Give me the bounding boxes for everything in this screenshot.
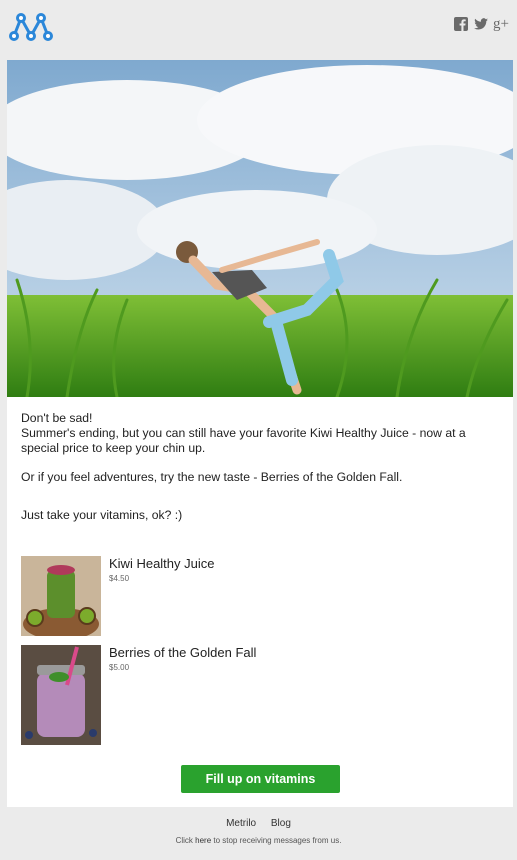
berry-juice-image[interactable] [21, 645, 101, 745]
new-taste-text: Or if you feel adventures, try the new t… [21, 470, 403, 484]
unsubscribe-text: Click here to stop receiving messages fr… [0, 836, 517, 845]
twitter-icon[interactable] [473, 16, 489, 32]
email-header: g+ [0, 0, 517, 60]
product-price: $4.50 [109, 574, 130, 583]
fill-up-vitamins-button[interactable]: Fill up on vitamins [181, 765, 340, 793]
email-card: Don't be sad! Summer's ending, but you c… [7, 60, 513, 807]
footer-link-blog[interactable]: Blog [271, 818, 291, 829]
product-price: $5.00 [109, 663, 130, 672]
footer-link-metrilo[interactable]: Metrilo [226, 818, 256, 829]
summer-text: Summer's ending, but you can still have … [21, 426, 466, 455]
metrilo-logo[interactable] [8, 10, 54, 44]
social-links: g+ [453, 16, 511, 32]
unsubscribe-suffix: to stop receiving messages from us. [211, 836, 342, 845]
vitamins-text: Just take your vitamins, ok? :) [21, 508, 183, 522]
facebook-icon[interactable] [453, 16, 469, 32]
email-footer: Metrilo Blog Click here to stop receivin… [0, 818, 517, 845]
footer-links: Metrilo Blog [0, 818, 517, 829]
kiwi-juice-image[interactable] [21, 556, 101, 636]
product-item[interactable]: Berries of the Golden Fall $5.00 [21, 645, 481, 745]
unsubscribe-link[interactable]: here [195, 836, 211, 845]
unsubscribe-prefix: Click [175, 836, 196, 845]
product-name[interactable]: Kiwi Healthy Juice [109, 556, 215, 571]
greeting-text: Don't be sad! [21, 411, 93, 425]
google-plus-icon[interactable]: g+ [493, 16, 511, 32]
hero-image [7, 60, 513, 397]
product-item[interactable]: Kiwi Healthy Juice $4.50 [21, 556, 481, 636]
message-body: Don't be sad! Summer's ending, but you c… [21, 411, 491, 523]
product-name[interactable]: Berries of the Golden Fall [109, 645, 256, 660]
